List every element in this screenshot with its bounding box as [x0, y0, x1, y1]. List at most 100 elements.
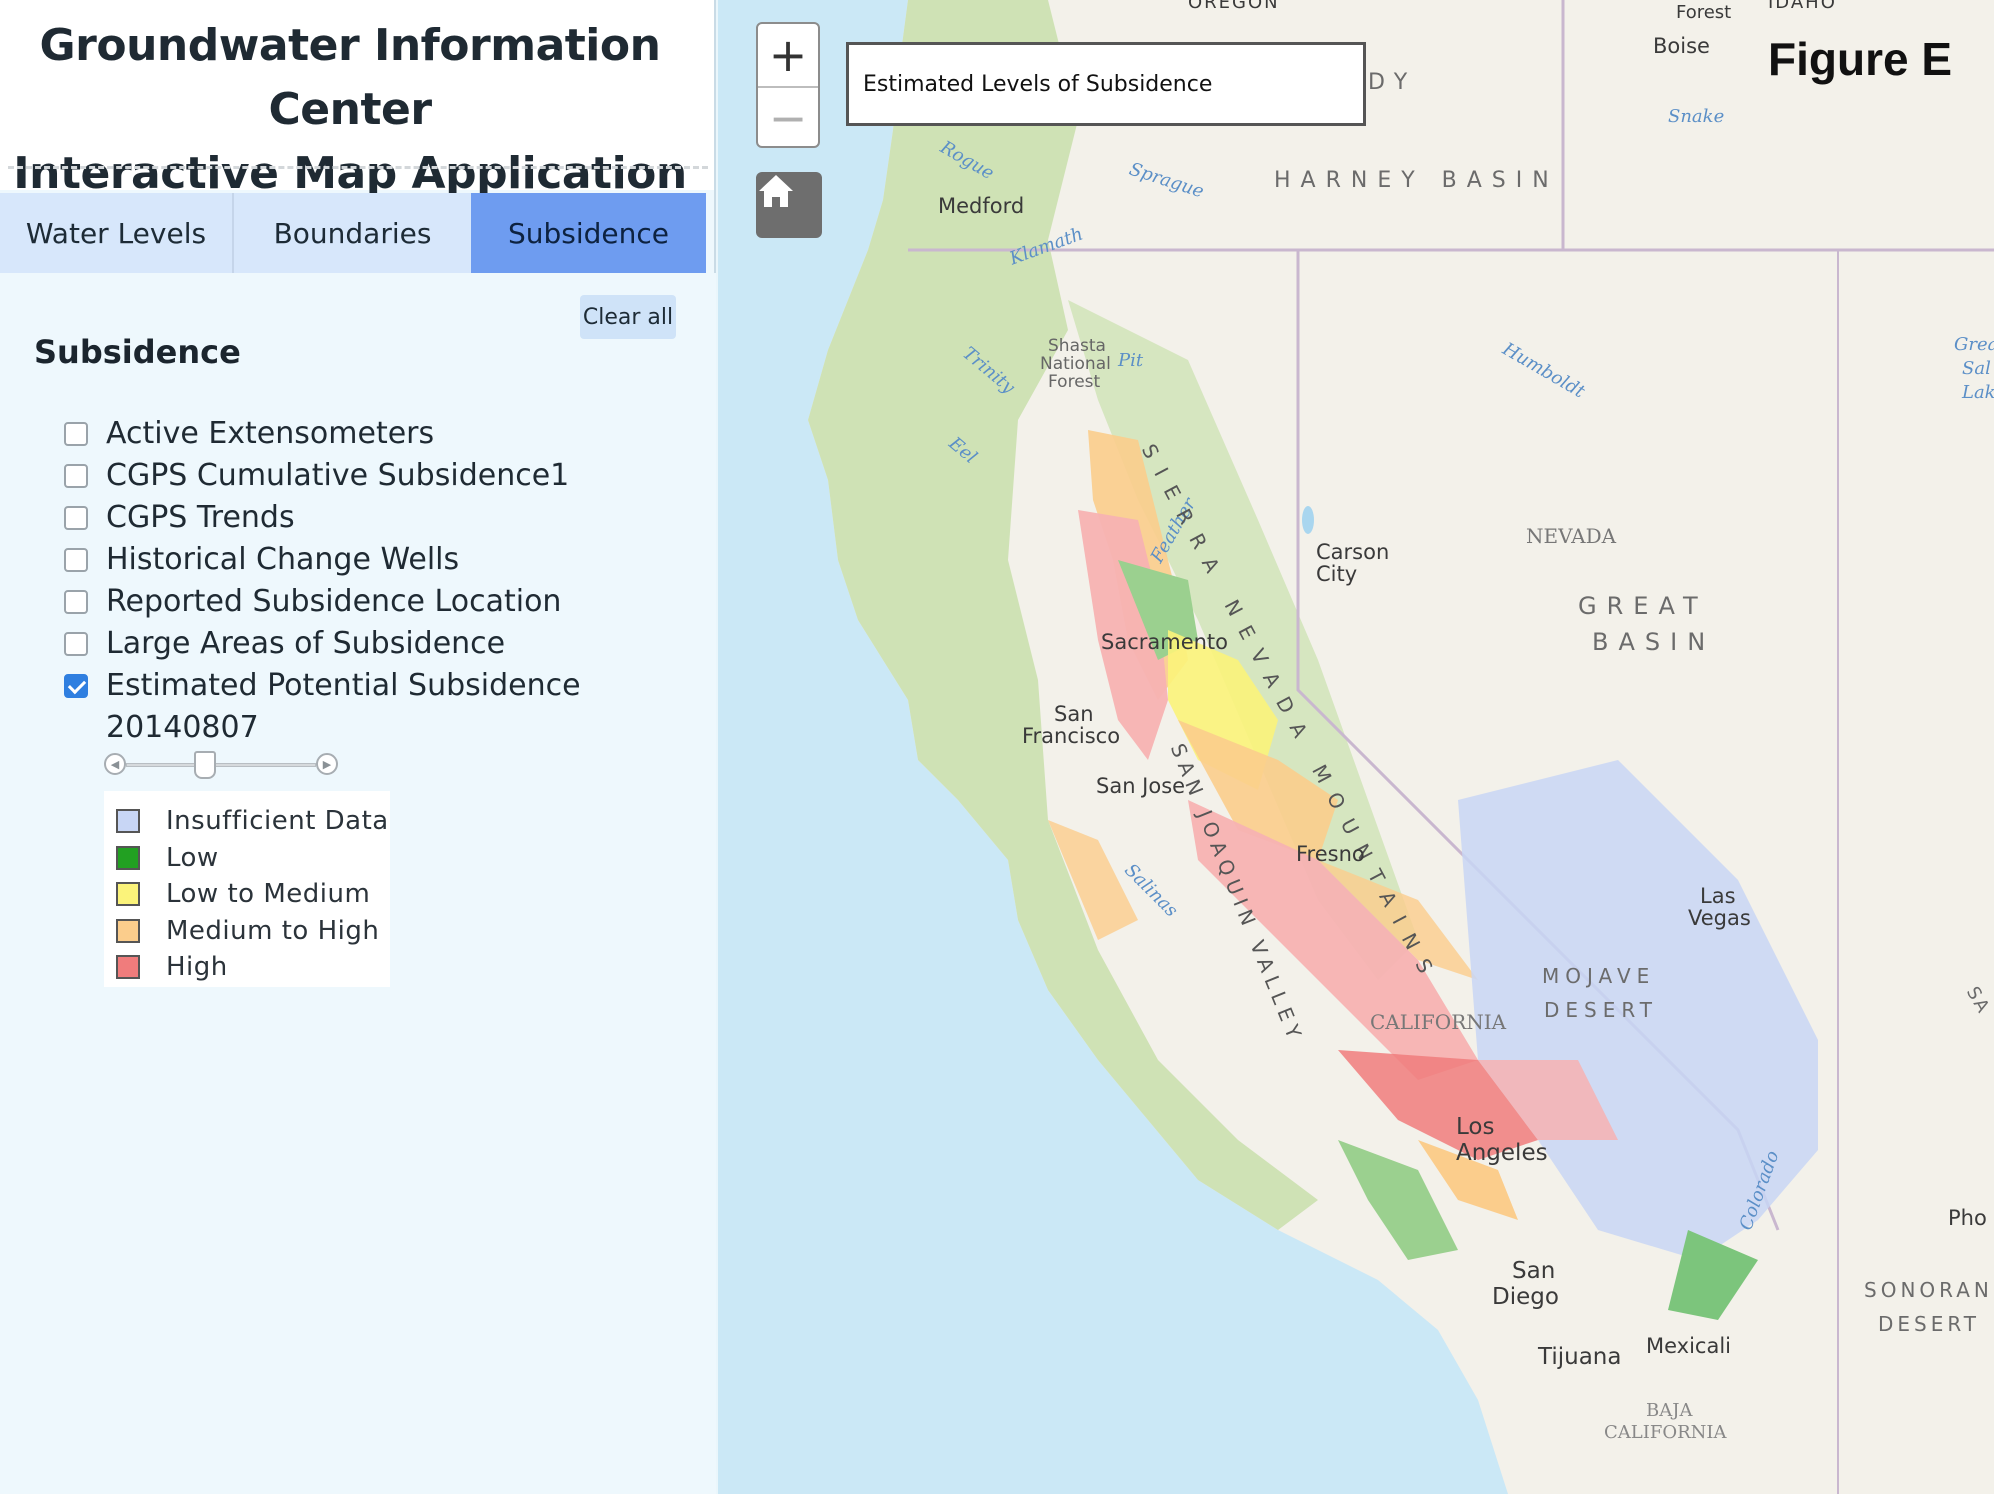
label-mexicali: Mexicali	[1646, 1334, 1732, 1358]
layer-checkbox[interactable]	[64, 422, 88, 446]
slider-thumb[interactable]	[194, 751, 216, 779]
label-city: City	[1316, 562, 1358, 586]
zoom-in-button[interactable]: +	[758, 24, 818, 86]
label-fresno: Fresno	[1296, 842, 1365, 866]
app-title: Groundwater Information Center Interacti…	[0, 14, 700, 206]
label-las: Las	[1700, 884, 1736, 908]
layer-label: CGPS Cumulative Subsidence1	[106, 458, 570, 493]
zoom-out-button[interactable]: −	[758, 86, 818, 146]
label-basin: BASIN	[1592, 628, 1716, 656]
legend-item: Insufficient Data	[116, 803, 390, 840]
label-san-jose: San Jose	[1096, 774, 1186, 798]
tab-subsidence[interactable]: Subsidence	[471, 193, 706, 273]
layer-label: Reported Subsidence Location	[106, 584, 562, 619]
label-san-2: San	[1512, 1258, 1556, 1284]
label-national: National	[1040, 354, 1111, 374]
label-great-salt: Grea	[1954, 334, 1994, 355]
home-icon	[759, 175, 793, 207]
legend-label: Medium to High	[166, 915, 380, 946]
layer-list: Active Extensometers CGPS Cumulative Sub…	[64, 413, 664, 749]
legend-item: Medium to High	[116, 913, 390, 950]
slider-track[interactable]	[126, 763, 316, 767]
section-title: Subsidence	[34, 333, 241, 371]
tab-boundaries[interactable]: Boundaries	[232, 193, 471, 273]
layer-checkbox[interactable]	[64, 632, 88, 656]
sidebar: Groundwater Information Center Interacti…	[0, 0, 716, 1494]
label-sonoran: SONORAN	[1864, 1278, 1993, 1302]
layer-item-cgps-cumulative[interactable]: CGPS Cumulative Subsidence1	[64, 455, 664, 497]
label-idaho: IDAHO	[1768, 0, 1837, 13]
map-view[interactable]: OREGON IDAHO Forest Boise Snake HARNEY B…	[718, 0, 1994, 1494]
layer-item-cgps-trends[interactable]: CGPS Trends	[64, 497, 664, 539]
basemap[interactable]	[718, 0, 1994, 1494]
slider-decrease-icon[interactable]: ◀	[104, 753, 126, 775]
label-desert: DESERT	[1544, 998, 1659, 1022]
layer-item-estimated-potential[interactable]: Estimated Potential Subsidence 20140807	[64, 665, 664, 749]
legend-item: Low	[116, 840, 390, 877]
sidebar-header: Groundwater Information Center Interacti…	[0, 0, 714, 199]
label-tijuana: Tijuana	[1538, 1344, 1622, 1370]
opacity-slider[interactable]: ◀ ▶	[104, 751, 344, 781]
zoom-control: + −	[756, 22, 820, 148]
label-baja: BAJA	[1646, 1400, 1693, 1421]
label-los: Los	[1456, 1114, 1495, 1140]
clear-all-button[interactable]: Clear all	[580, 295, 676, 339]
label-lake: Lak	[1962, 382, 1994, 403]
label-medford: Medford	[938, 194, 1025, 218]
label-baja-california: CALIFORNIA	[1604, 1422, 1727, 1443]
label-nevada: NEVADA	[1526, 524, 1617, 548]
label-shasta: Shasta	[1048, 336, 1106, 356]
layer-checkbox[interactable]	[64, 464, 88, 488]
legend-swatch	[116, 845, 140, 870]
subsidence-panel: Clear all Subsidence Active Extensometer…	[0, 273, 716, 1494]
layer-item-large-areas[interactable]: Large Areas of Subsidence	[64, 623, 664, 665]
label-pit: Pit	[1118, 350, 1144, 371]
label-oregon: OREGON	[1188, 0, 1280, 13]
layer-item-historical-change-wells[interactable]: Historical Change Wells	[64, 539, 664, 581]
legend-item: Low to Medium	[116, 876, 390, 913]
layer-checkbox[interactable]	[64, 548, 88, 572]
layer-checkbox-checked[interactable]	[64, 674, 88, 698]
legend-label: High	[166, 952, 228, 983]
legend-label: Low	[166, 842, 219, 873]
label-desert-2: DESERT	[1878, 1312, 1981, 1336]
label-francisco: Francisco	[1022, 724, 1121, 748]
layer-label: Large Areas of Subsidence	[106, 626, 506, 661]
label-pho: Pho	[1948, 1206, 1987, 1230]
layer-item-reported-subsidence[interactable]: Reported Subsidence Location	[64, 581, 664, 623]
label-forest: Forest	[1676, 2, 1732, 23]
map-title-box: Estimated Levels of Subsidence	[846, 42, 1366, 126]
layer-checkbox[interactable]	[64, 506, 88, 530]
layer-item-active-extensometers[interactable]: Active Extensometers	[64, 413, 664, 455]
legend-swatch	[116, 955, 140, 980]
label-dy: DY	[1368, 70, 1418, 95]
home-button[interactable]	[756, 172, 822, 238]
label-salt: Sal	[1962, 358, 1991, 379]
label-carson: Carson	[1316, 540, 1390, 564]
figure-label: Figure E	[1768, 33, 1953, 85]
legend-swatch	[116, 882, 140, 907]
app-title-line-1: Groundwater Information Center	[39, 20, 661, 135]
legend-label: Low to Medium	[166, 879, 371, 910]
label-angeles: Angeles	[1456, 1140, 1548, 1166]
tab-water-levels[interactable]: Water Levels	[0, 193, 232, 273]
layer-label: CGPS Trends	[106, 500, 295, 535]
layer-label: Active Extensometers	[106, 416, 435, 451]
layer-label: Historical Change Wells	[106, 542, 460, 577]
label-sacramento: Sacramento	[1101, 630, 1229, 654]
label-diego: Diego	[1492, 1284, 1559, 1310]
label-national-forest: Forest	[1048, 372, 1101, 392]
label-harney-basin: HARNEY BASIN	[1274, 168, 1559, 193]
layer-label: Estimated Potential Subsidence 20140807	[106, 668, 581, 745]
label-great: GREAT	[1578, 592, 1708, 620]
slider-increase-icon[interactable]: ▶	[316, 753, 338, 775]
layer-checkbox[interactable]	[64, 590, 88, 614]
label-snake: Snake	[1668, 106, 1725, 127]
legend: Insufficient Data Low Low to Medium Medi…	[104, 791, 390, 987]
label-boise: Boise	[1653, 34, 1710, 58]
legend-swatch	[116, 809, 140, 834]
label-san: San	[1054, 702, 1094, 726]
label-mojave: MOJAVE	[1542, 964, 1656, 988]
title-divider	[8, 166, 708, 169]
legend-item: High	[116, 949, 390, 986]
